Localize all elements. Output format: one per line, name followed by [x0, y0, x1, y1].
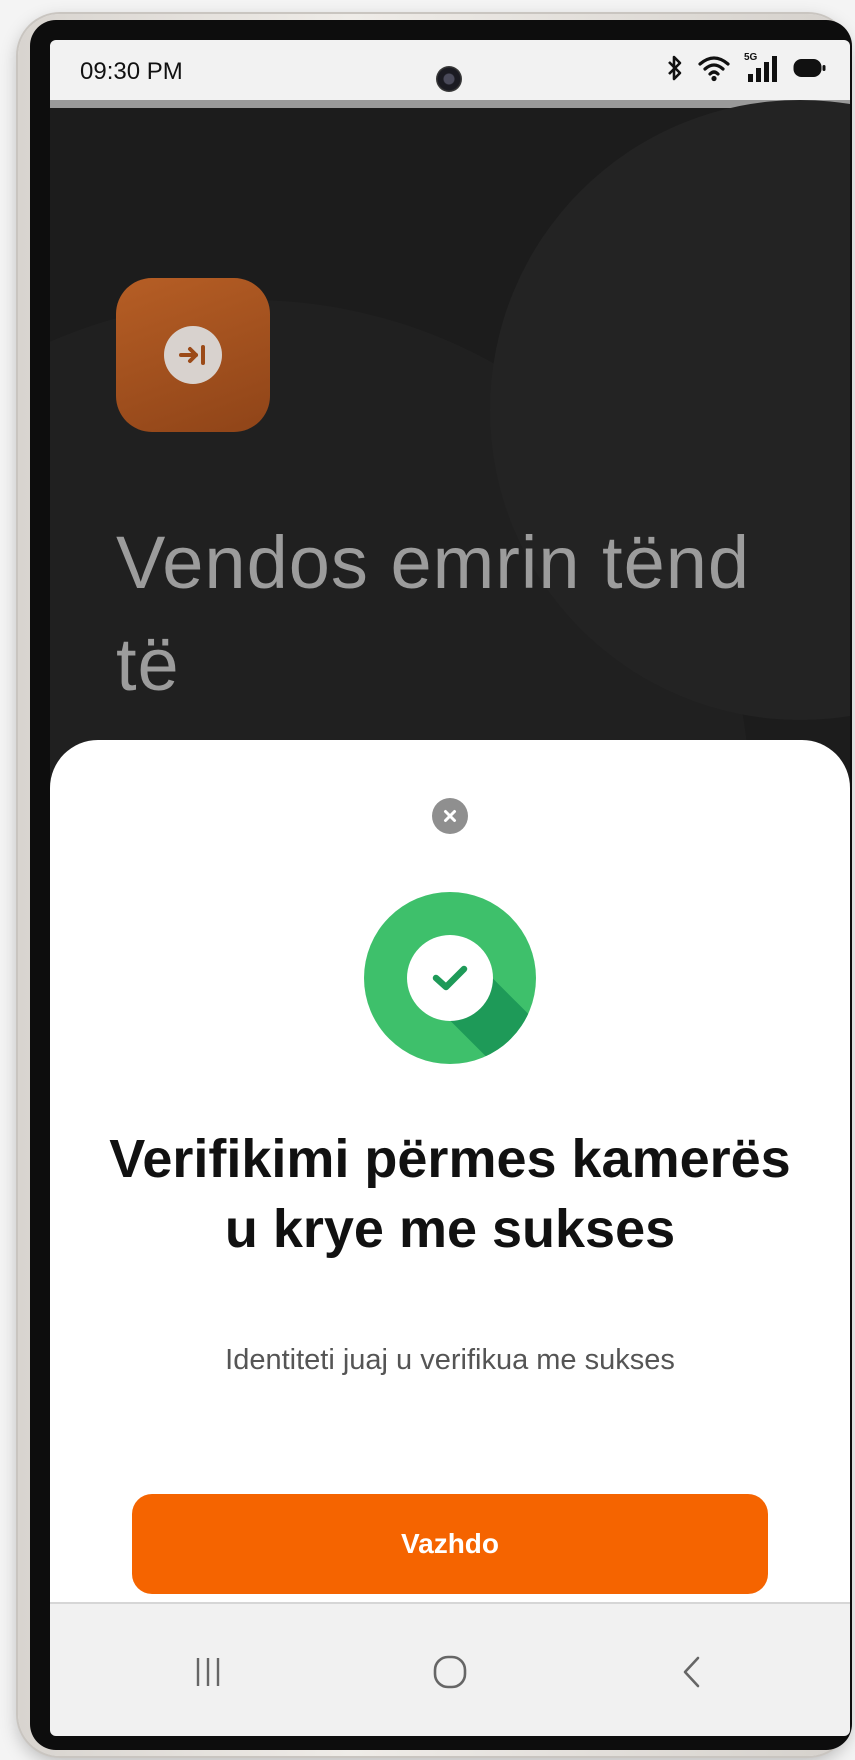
front-camera	[436, 66, 462, 92]
battery-icon	[792, 57, 826, 79]
navigation-bar	[50, 1602, 850, 1736]
back-icon[interactable]	[662, 1642, 722, 1702]
success-bottom-sheet: Verifikimi përmes kamerës u krye me suks…	[50, 740, 850, 1602]
bluetooth-icon	[666, 54, 684, 82]
login-arrow-icon	[116, 278, 270, 432]
continue-button[interactable]: Vazhdo	[132, 1494, 768, 1594]
signal-icon: 5G	[744, 52, 778, 82]
home-icon[interactable]	[420, 1642, 480, 1702]
wifi-icon	[698, 54, 730, 82]
status-time: 09:30 PM	[80, 58, 183, 85]
status-bar: 09:30 PM 5G	[50, 40, 850, 108]
phone-screen: 09:30 PM 5G Vendos emrin tënd të Verifik…	[50, 40, 850, 1736]
success-subtitle: Identiteti juaj u verifikua me sukses	[225, 1344, 675, 1376]
continue-button-label: Vazhdo	[400, 1528, 499, 1559]
status-icons: 5G	[666, 52, 826, 82]
success-title: Verifikimi përmes kamerës u krye me suks…	[109, 1129, 791, 1259]
close-icon[interactable]	[432, 798, 468, 834]
background-heading: Vendos emrin tënd të	[116, 521, 751, 706]
check-circle-icon	[364, 892, 536, 1064]
recent-apps-icon[interactable]	[178, 1642, 238, 1702]
